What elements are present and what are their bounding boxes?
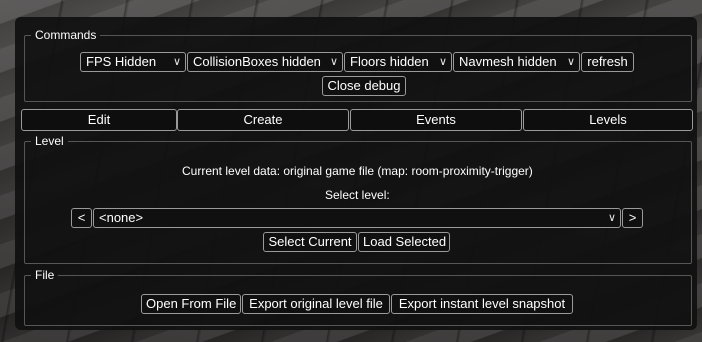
current-level-info: Current level data: original game file (… xyxy=(182,164,533,178)
close-debug-button[interactable]: Close debug xyxy=(322,76,406,96)
level-legend: Level xyxy=(35,134,64,148)
export-original-level-button[interactable]: Export original level file xyxy=(242,294,390,314)
level-select[interactable]: <none> ∨ xyxy=(93,208,621,228)
export-snapshot-button[interactable]: Export instant level snapshot xyxy=(391,294,573,314)
previous-level-button[interactable]: < xyxy=(71,208,92,228)
chevron-down-icon: ∨ xyxy=(607,212,616,224)
chevron-down-icon: ∨ xyxy=(329,56,338,68)
fps-select[interactable]: FPS Hidden ∨ xyxy=(80,52,186,72)
floors-select-value: Floors hidden xyxy=(350,54,429,69)
navmesh-select-value: Navmesh hidden xyxy=(459,54,557,69)
tab-create[interactable]: Create xyxy=(177,109,349,131)
level-select-value: <none> xyxy=(99,210,144,225)
chevron-down-icon: ∨ xyxy=(438,56,447,68)
floors-select[interactable]: Floors hidden ∨ xyxy=(344,52,452,72)
next-level-button[interactable]: > xyxy=(622,208,643,228)
navmesh-select[interactable]: Navmesh hidden ∨ xyxy=(453,52,580,72)
select-current-button[interactable]: Select Current xyxy=(263,232,357,252)
collision-boxes-select-value: CollisionBoxes hidden xyxy=(193,54,321,69)
tab-levels[interactable]: Levels xyxy=(523,109,693,131)
refresh-button[interactable]: refresh xyxy=(581,52,634,72)
file-legend: File xyxy=(35,268,55,282)
fps-select-value: FPS Hidden xyxy=(86,54,157,69)
load-selected-button[interactable]: Load Selected xyxy=(358,232,450,252)
open-from-file-button[interactable]: Open From File xyxy=(141,294,241,314)
chevron-down-icon: ∨ xyxy=(172,56,181,68)
select-level-label: Select level: xyxy=(325,188,390,202)
tab-events[interactable]: Events xyxy=(350,109,522,131)
tab-edit[interactable]: Edit xyxy=(21,109,177,131)
commands-legend: Commands xyxy=(35,28,97,42)
collision-boxes-select[interactable]: CollisionBoxes hidden ∨ xyxy=(187,52,343,72)
chevron-down-icon: ∨ xyxy=(566,56,575,68)
